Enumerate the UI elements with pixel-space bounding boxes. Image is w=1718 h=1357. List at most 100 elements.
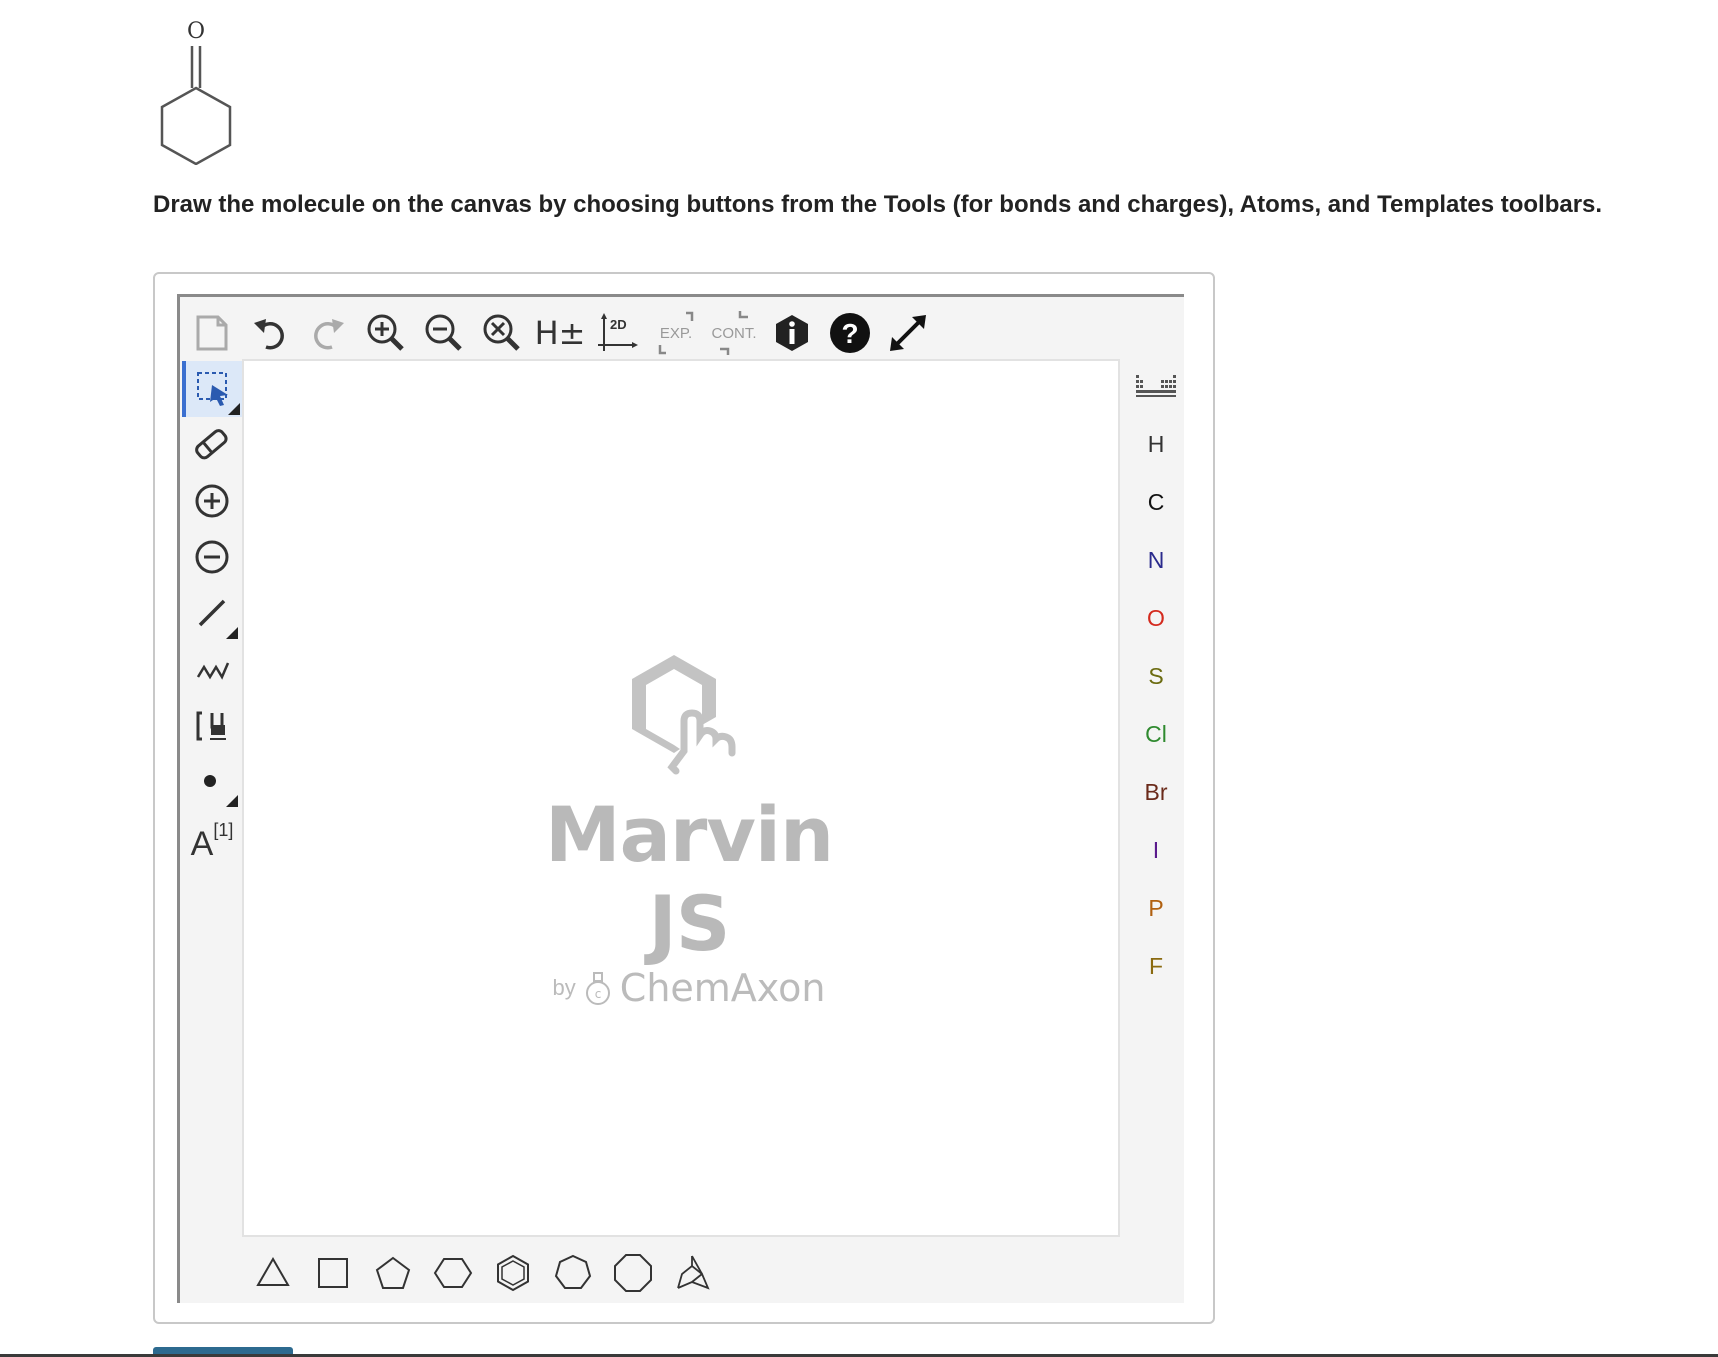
benzene-ring-icon <box>497 1254 529 1292</box>
info-icon <box>776 315 808 351</box>
instruction-text: Draw the molecule on the canvas by choos… <box>153 191 1603 218</box>
zoom-reset-button[interactable] <box>478 309 526 357</box>
atom-button-h[interactable]: H <box>1128 419 1184 469</box>
help-icon: ? <box>830 313 870 353</box>
redo-button[interactable] <box>304 309 352 357</box>
atom-symbol: O <box>1147 604 1165 631</box>
top-toolbar: H± 2D EXP. CONT. ? <box>180 297 1184 359</box>
chain-icon <box>196 662 230 680</box>
negative-charge-button[interactable] <box>184 529 240 585</box>
atom-symbol: P <box>1148 894 1164 921</box>
cyclobutane-template-button[interactable] <box>308 1248 358 1298</box>
marvin-watermark: Marvin JS by c ChemAxon <box>524 651 854 1010</box>
pentagon-ring-icon <box>375 1256 411 1289</box>
marvin-logo-icon <box>632 655 736 775</box>
atom-button-c[interactable]: C <box>1128 477 1184 527</box>
watermark-by: by <box>552 975 576 1000</box>
clean-2d-button[interactable]: 2D <box>594 309 642 357</box>
clean-2d-label: 2D <box>610 317 627 332</box>
new-document-button[interactable] <box>188 309 236 357</box>
expand-groups-button[interactable]: EXP. <box>652 309 700 357</box>
bicyclic-template-button[interactable] <box>668 1248 718 1298</box>
atom-symbol: Br <box>1144 778 1168 805</box>
help-button[interactable]: ? <box>826 309 874 357</box>
atom-symbol: S <box>1148 662 1164 689</box>
fullscreen-icon <box>890 315 926 351</box>
hexagon-ring-icon <box>433 1258 473 1288</box>
redo-icon <box>314 319 344 350</box>
watermark-brand: ChemAxon <box>619 966 826 1010</box>
atom-button-cl[interactable]: Cl <box>1128 709 1184 759</box>
atom-symbol: Cl <box>1145 720 1167 747</box>
atom-symbol: H <box>1147 430 1165 457</box>
heptagon-ring-icon <box>554 1254 592 1289</box>
tool-menu-indicator <box>226 795 238 807</box>
undo-icon <box>254 319 284 350</box>
hydrogens-button[interactable]: H± <box>534 309 586 357</box>
atom-symbol: I <box>1152 836 1160 863</box>
atom-symbol: N <box>1147 546 1165 573</box>
svg-text:?: ? <box>841 318 858 349</box>
atom-button-f[interactable]: F <box>1128 941 1184 991</box>
square-ring-icon <box>318 1258 348 1288</box>
selection-tool-button[interactable] <box>182 361 242 417</box>
cyclopropane-template-button[interactable] <box>248 1248 298 1298</box>
sgroup-bracket-button[interactable] <box>184 697 240 753</box>
benzene-template-button[interactable] <box>488 1248 538 1298</box>
minus-charge-icon <box>195 540 229 574</box>
periodic-table-button[interactable] <box>1128 361 1184 411</box>
atoms-toolbar: H C N O S Cl Br I P F <box>1128 359 1186 1259</box>
zoom-in-icon <box>367 314 404 351</box>
periodic-table-icon <box>1136 375 1176 397</box>
atom-button-i[interactable]: I <box>1128 825 1184 875</box>
new-document-icon <box>196 315 228 351</box>
chemaxon-flask-icon: c <box>585 972 610 1005</box>
plus-charge-icon <box>195 484 229 518</box>
tool-menu-indicator <box>228 403 240 415</box>
cyclooctane-template-button[interactable] <box>608 1248 658 1298</box>
single-bond-button[interactable] <box>184 585 240 641</box>
drawing-canvas[interactable]: Marvin JS by c ChemAxon <box>242 359 1120 1237</box>
marvin-editor: H± 2D EXP. CONT. ? A [1] Marvin JS by c … <box>177 294 1184 1303</box>
chain-tool-button[interactable] <box>184 641 240 697</box>
tools-toolbar: A [1] <box>180 359 242 1259</box>
atom-map-index: [1] <box>213 819 234 840</box>
eraser-tool-button[interactable] <box>184 417 240 473</box>
oxygen-label: O <box>187 19 205 44</box>
eraser-icon <box>195 429 228 460</box>
contract-bracket-icon <box>720 311 748 355</box>
expand-bracket-icon <box>658 311 694 355</box>
atom-button-o[interactable]: O <box>1128 593 1184 643</box>
triangle-ring-icon <box>256 1256 290 1286</box>
watermark-title: Marvin JS <box>544 790 834 968</box>
atom-button-br[interactable]: Br <box>1128 767 1184 817</box>
cyclohexanone-structure: O <box>160 19 232 165</box>
cyclopentane-template-button[interactable] <box>368 1248 418 1298</box>
cycloheptane-template-button[interactable] <box>548 1248 598 1298</box>
about-button[interactable] <box>768 309 816 357</box>
atom-button-p[interactable]: P <box>1128 883 1184 933</box>
atom-button-n[interactable]: N <box>1128 535 1184 585</box>
undo-button[interactable] <box>246 309 294 357</box>
zoom-reset-icon <box>483 314 520 351</box>
tool-menu-indicator <box>226 627 238 639</box>
radical-button[interactable] <box>184 753 240 809</box>
atom-symbol: F <box>1148 952 1164 979</box>
zoom-out-button[interactable] <box>420 309 468 357</box>
bracket-icon <box>196 711 226 741</box>
bicyclo-ring-icon <box>677 1255 710 1290</box>
positive-charge-button[interactable] <box>184 473 240 529</box>
cyclohexane-template-button[interactable] <box>428 1248 478 1298</box>
atom-button-s[interactable]: S <box>1128 651 1184 701</box>
atom-map-button[interactable]: A [1] <box>184 809 240 865</box>
atom-map-letter: A <box>190 824 214 863</box>
zoom-out-icon <box>425 314 462 351</box>
octagon-ring-icon <box>614 1254 652 1292</box>
templates-toolbar <box>242 1242 1120 1302</box>
hydrogens-label: H± <box>534 314 586 352</box>
contract-groups-button[interactable]: CONT. <box>710 309 758 357</box>
atom-symbol: C <box>1147 488 1165 515</box>
zoom-in-button[interactable] <box>362 309 410 357</box>
fullscreen-button[interactable] <box>884 309 932 357</box>
svg-text:c: c <box>594 987 601 1001</box>
